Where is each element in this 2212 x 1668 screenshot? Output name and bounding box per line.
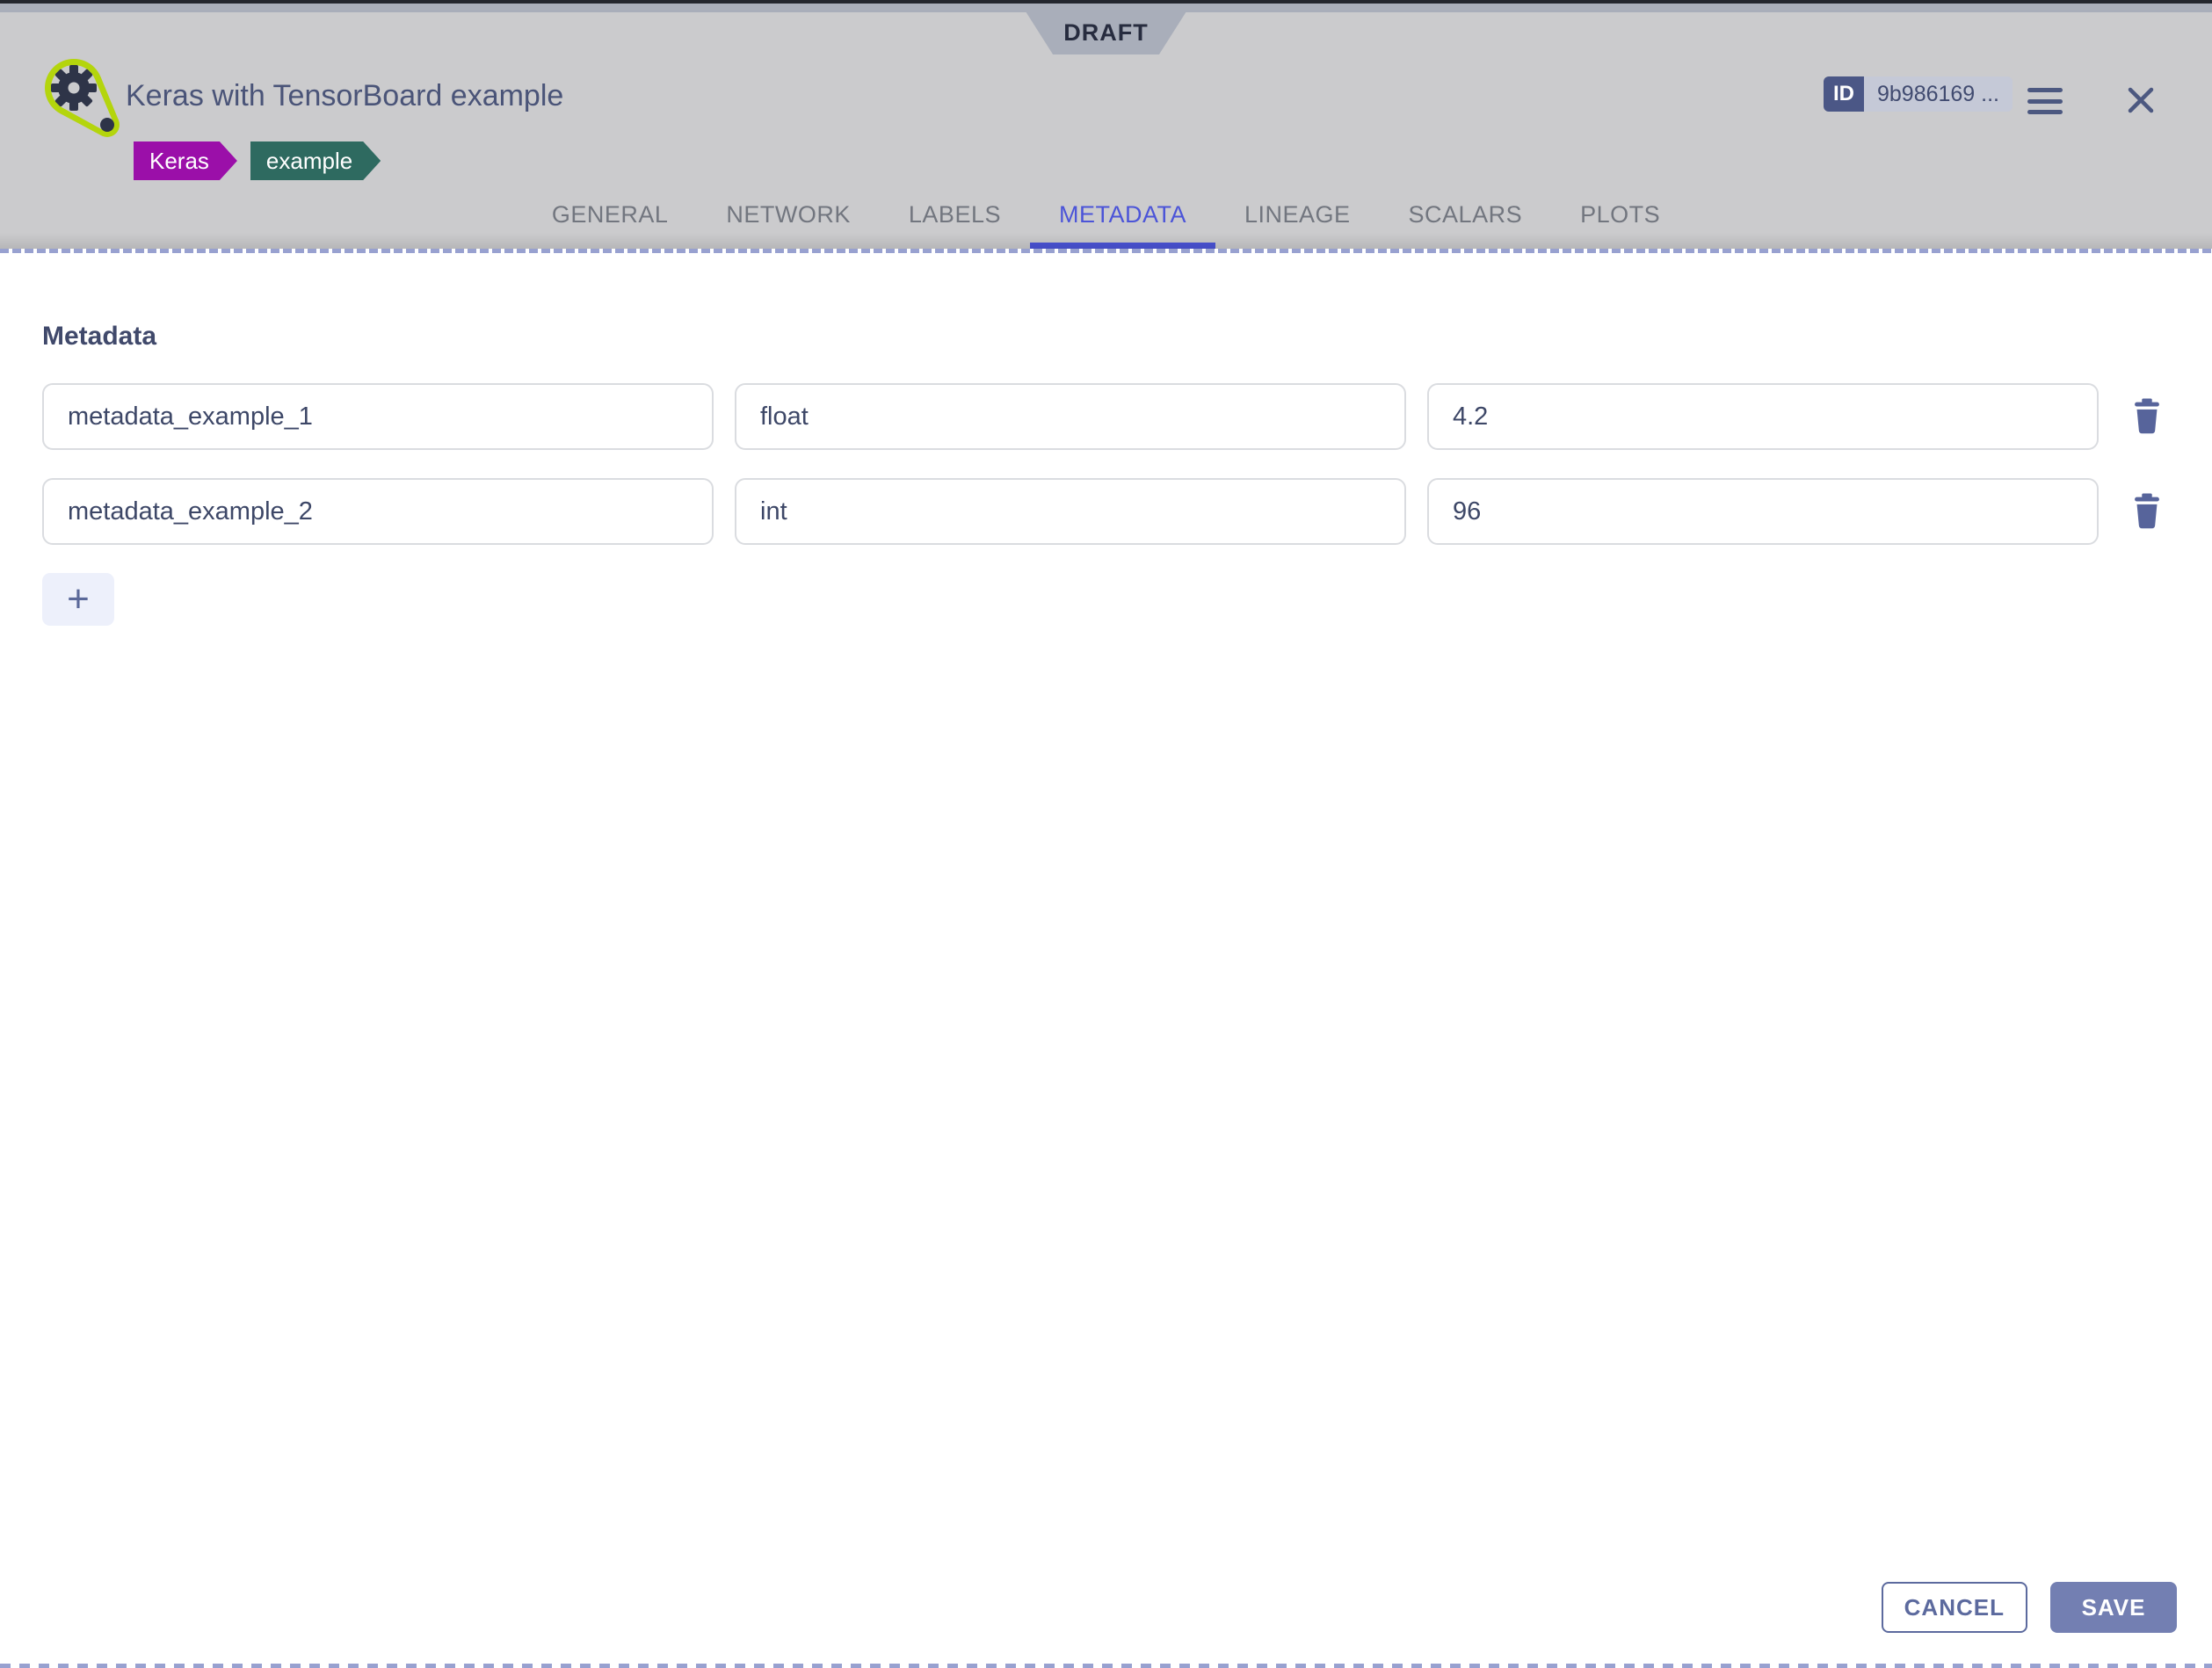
- metadata-row: [42, 478, 2212, 545]
- plus-icon: +: [67, 580, 90, 619]
- metadata-panel: Metadata: [0, 253, 2212, 1664]
- tab-network[interactable]: NETWORK: [697, 192, 880, 249]
- tag-list: Keras example: [134, 141, 381, 180]
- metadata-value-input[interactable]: [1427, 383, 2099, 450]
- tab-metadata[interactable]: METADATA: [1030, 192, 1215, 249]
- tab-plots[interactable]: PLOTS: [1551, 192, 1689, 249]
- metadata-row: [42, 383, 2212, 450]
- tab-general[interactable]: GENERAL: [523, 192, 698, 249]
- cancel-button[interactable]: CANCEL: [1882, 1582, 2027, 1633]
- model-gear-icon: [39, 53, 127, 141]
- tab-lineage[interactable]: LINEAGE: [1215, 192, 1380, 249]
- metadata-key-input[interactable]: [42, 383, 714, 450]
- tag-example: example: [250, 141, 381, 180]
- id-badge-label: ID: [1824, 76, 1864, 112]
- metadata-type-input[interactable]: [735, 478, 1406, 545]
- tab-bar: GENERAL NETWORK LABELS METADATA LINEAGE …: [0, 192, 2212, 249]
- status-badge: DRAFT: [1026, 11, 1186, 54]
- metadata-key-input[interactable]: [42, 478, 714, 545]
- tab-scalars[interactable]: SCALARS: [1380, 192, 1552, 249]
- dashed-separator: [0, 249, 2212, 253]
- save-button[interactable]: SAVE: [2050, 1582, 2177, 1633]
- dialog-footer: CANCEL SAVE: [1882, 1582, 2177, 1633]
- backdrop-strip: [0, 4, 2212, 12]
- trash-icon[interactable]: [2127, 478, 2167, 545]
- trash-icon[interactable]: [2127, 383, 2167, 450]
- close-icon[interactable]: [2123, 83, 2158, 118]
- tag-keras: Keras: [134, 141, 237, 180]
- section-title: Metadata: [42, 322, 2212, 352]
- add-row-button[interactable]: +: [42, 573, 114, 626]
- id-badge[interactable]: ID 9b986169 ...: [1824, 76, 2013, 112]
- tab-labels[interactable]: LABELS: [880, 192, 1030, 249]
- id-badge-value: 9b986169 ...: [1864, 76, 2013, 112]
- metadata-value-input[interactable]: [1427, 478, 2099, 545]
- page-title: Keras with TensorBoard example: [126, 79, 563, 113]
- metadata-type-input[interactable]: [735, 383, 1406, 450]
- hamburger-menu-icon[interactable]: [2027, 88, 2063, 114]
- dashed-bottom-border: [0, 1664, 2212, 1668]
